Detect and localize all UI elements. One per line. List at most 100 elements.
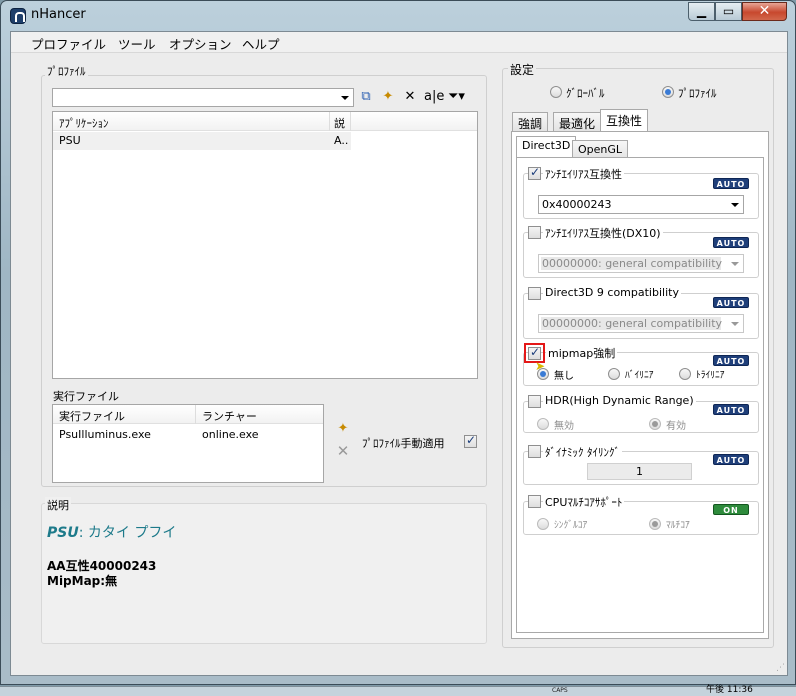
chevron-down-icon	[731, 203, 739, 207]
new-profile-icon[interactable]: ✦	[380, 89, 396, 105]
hdr-on-radio[interactable]	[649, 418, 661, 430]
scope-profile-label: ﾌﾟﾛﾌｧｲﾙ	[678, 87, 717, 100]
taskbar: CAPS 午後 11:36	[0, 685, 796, 696]
aa-dx10-value: 00000000: general compatibility	[542, 257, 723, 270]
aa-compat-label: ｱﾝﾁｴｲﾘｱｽ互換性	[543, 166, 624, 182]
maximize-icon: ▭	[722, 4, 735, 18]
aa-compat-badge: AUTO	[713, 178, 749, 189]
table-row[interactable]: PsuIlluminus.exe online.exe	[53, 426, 323, 444]
resize-grip[interactable]: ⋰	[771, 662, 785, 674]
tab-enhance[interactable]: 強調	[512, 112, 549, 131]
description-label: 説明	[45, 497, 71, 513]
auto-apply-checkbox[interactable]	[464, 433, 477, 448]
hdr-off-radio[interactable]	[537, 418, 549, 430]
description-game-name: PSU	[47, 525, 79, 541]
tiling-label: ﾀﾞｲﾅﾐｯｸ ﾀｲﾘﾝｸﾞ	[543, 444, 622, 460]
tiling-badge: AUTO	[713, 454, 749, 465]
caps-indicator: CAPS	[552, 687, 568, 694]
aa-dx10-combo[interactable]: 00000000: general compatibility	[538, 254, 744, 273]
maximize-button[interactable]: ▭	[715, 2, 742, 21]
close-button[interactable]: ✕	[742, 2, 787, 21]
profile-group-label: ﾌﾟﾛﾌｧｲﾙ	[45, 63, 88, 79]
menu-options[interactable]: オプション	[165, 34, 236, 53]
mipmap-bilinear-radio[interactable]	[608, 368, 620, 380]
client-area: プロファイル ツール オプション ヘルプ ﾌﾟﾛﾌｧｲﾙ ⧉ ✦ ✕ a|e ⏷…	[10, 31, 788, 676]
menu-help[interactable]: ヘルプ	[238, 34, 284, 53]
title-bar[interactable]: nHancer ▁ ▭ ✕	[1, 1, 796, 31]
close-icon: ✕	[758, 3, 771, 19]
chevron-down-icon	[731, 262, 739, 266]
mipmap-none-radio[interactable]	[537, 368, 549, 380]
hdr-label: HDR(High Dynamic Range)	[543, 394, 696, 407]
app-window: nHancer ▁ ▭ ✕ プロファイル ツール オプション ヘルプ ﾌﾟﾛﾌｧ…	[0, 0, 796, 685]
cpu-label: CPUﾏﾙﾁｺｱｻﾎﾟｰﾄ	[543, 494, 625, 510]
tiling-value-box[interactable]: 1	[587, 463, 692, 480]
profile-combo[interactable]	[52, 88, 354, 107]
taskbar-clock[interactable]: 午後 11:36	[706, 685, 753, 696]
aa-compat-combo[interactable]: 0x40000243	[538, 195, 744, 214]
tiling-checkbox[interactable]	[528, 445, 541, 458]
tab-optimize[interactable]: 最適化	[553, 112, 602, 131]
row-desc: A..	[334, 134, 349, 147]
d3d9-combo[interactable]: 00000000: general compatibility	[538, 314, 744, 333]
aa-dx10-label: ｱﾝﾁｴｲﾘｱｽ互換性(DX10)	[543, 225, 663, 241]
filter-icon[interactable]: ⏷▾	[448, 89, 465, 105]
scope-global-radio[interactable]	[550, 86, 562, 98]
d3d9-checkbox[interactable]	[528, 287, 541, 300]
remove-exe-icon[interactable]: ✕	[335, 443, 351, 459]
row-app: PSU	[59, 134, 81, 147]
delete-icon[interactable]: ✕	[402, 89, 418, 105]
cpu-checkbox[interactable]	[528, 495, 541, 508]
cpu-single-label: ｼﾝｸﾞﾙｺｱ	[554, 520, 588, 531]
cpu-badge: ON	[713, 504, 749, 515]
d3d9-value: 00000000: general compatibility	[542, 317, 723, 330]
aa-compat-value: 0x40000243	[542, 198, 612, 211]
add-exe-icon[interactable]: ✦	[335, 421, 351, 437]
col-application[interactable]: ｱﾌﾟﾘｹｰｼｮﾝ	[59, 115, 109, 131]
exe-group-label: 実行ファイル	[51, 388, 121, 404]
menu-profile[interactable]: プロファイル	[27, 34, 110, 53]
settings-label: 設定	[508, 61, 537, 78]
description-game: PSU: カタイ プフイ	[47, 522, 176, 542]
col-exe[interactable]: 実行ファイル	[59, 408, 125, 424]
table-row[interactable]: PSU A..	[53, 132, 351, 150]
mipmap-badge: AUTO	[713, 355, 749, 366]
exe-list[interactable]: 実行ファイル ランチャー PsuIlluminus.exe online.exe	[52, 404, 324, 483]
tab-compatibility[interactable]: 互換性	[600, 109, 649, 131]
cpu-multi-radio[interactable]	[649, 518, 661, 530]
hdr-checkbox[interactable]	[528, 395, 541, 408]
d3d9-label: Direct3D 9 compatibility	[543, 286, 681, 299]
menu-tools[interactable]: ツール	[114, 34, 160, 53]
cpu-single-radio[interactable]	[537, 518, 549, 530]
col-description[interactable]: 説	[334, 115, 345, 131]
profile-list[interactable]: ｱﾌﾟﾘｹｰｼｮﾝ 説 PSU A..	[52, 111, 478, 379]
description-line2: MipMap:無	[47, 574, 118, 588]
mipmap-none-label: 無し	[554, 371, 574, 382]
aa-dx10-checkbox[interactable]	[528, 226, 541, 239]
scope-profile-radio[interactable]	[662, 86, 674, 98]
window-title: nHancer	[31, 7, 86, 22]
tab-direct3d[interactable]: Direct3D	[516, 136, 577, 158]
chevron-down-icon	[341, 96, 349, 100]
chevron-down-icon	[731, 322, 739, 326]
aa-dx10-badge: AUTO	[713, 237, 749, 248]
aa-compat-checkbox[interactable]	[528, 165, 541, 180]
copy-icon[interactable]: ⧉	[358, 89, 374, 105]
scope-global-label: ｸﾞﾛｰﾊﾞﾙ	[566, 87, 605, 100]
col-launcher[interactable]: ランチャー	[202, 408, 257, 424]
minimize-icon: ▁	[696, 4, 707, 18]
app-icon	[10, 8, 26, 24]
minimize-button[interactable]: ▁	[688, 2, 715, 21]
mipmap-bilinear-label: ﾊﾞｲﾘﾆｱ	[625, 370, 654, 381]
profile-list-header: ｱﾌﾟﾘｹｰｼｮﾝ 説	[53, 112, 477, 131]
rename-icon[interactable]: a|e	[424, 89, 444, 105]
cpu-multi-label: ﾏﾙﾁｺｱ	[666, 520, 690, 531]
exe-launcher: online.exe	[202, 428, 259, 441]
description-game-sub: カタイ プフイ	[83, 525, 177, 541]
exe-list-header: 実行ファイル ランチャー	[53, 405, 323, 424]
menu-bar: プロファイル ツール オプション ヘルプ	[11, 32, 787, 53]
auto-apply-label: ﾌﾟﾛﾌｧｲﾙ手動適用	[362, 437, 445, 450]
hdr-badge: AUTO	[713, 404, 749, 415]
hdr-on-label: 有効	[666, 421, 686, 432]
mipmap-trilinear-radio[interactable]	[679, 368, 691, 380]
